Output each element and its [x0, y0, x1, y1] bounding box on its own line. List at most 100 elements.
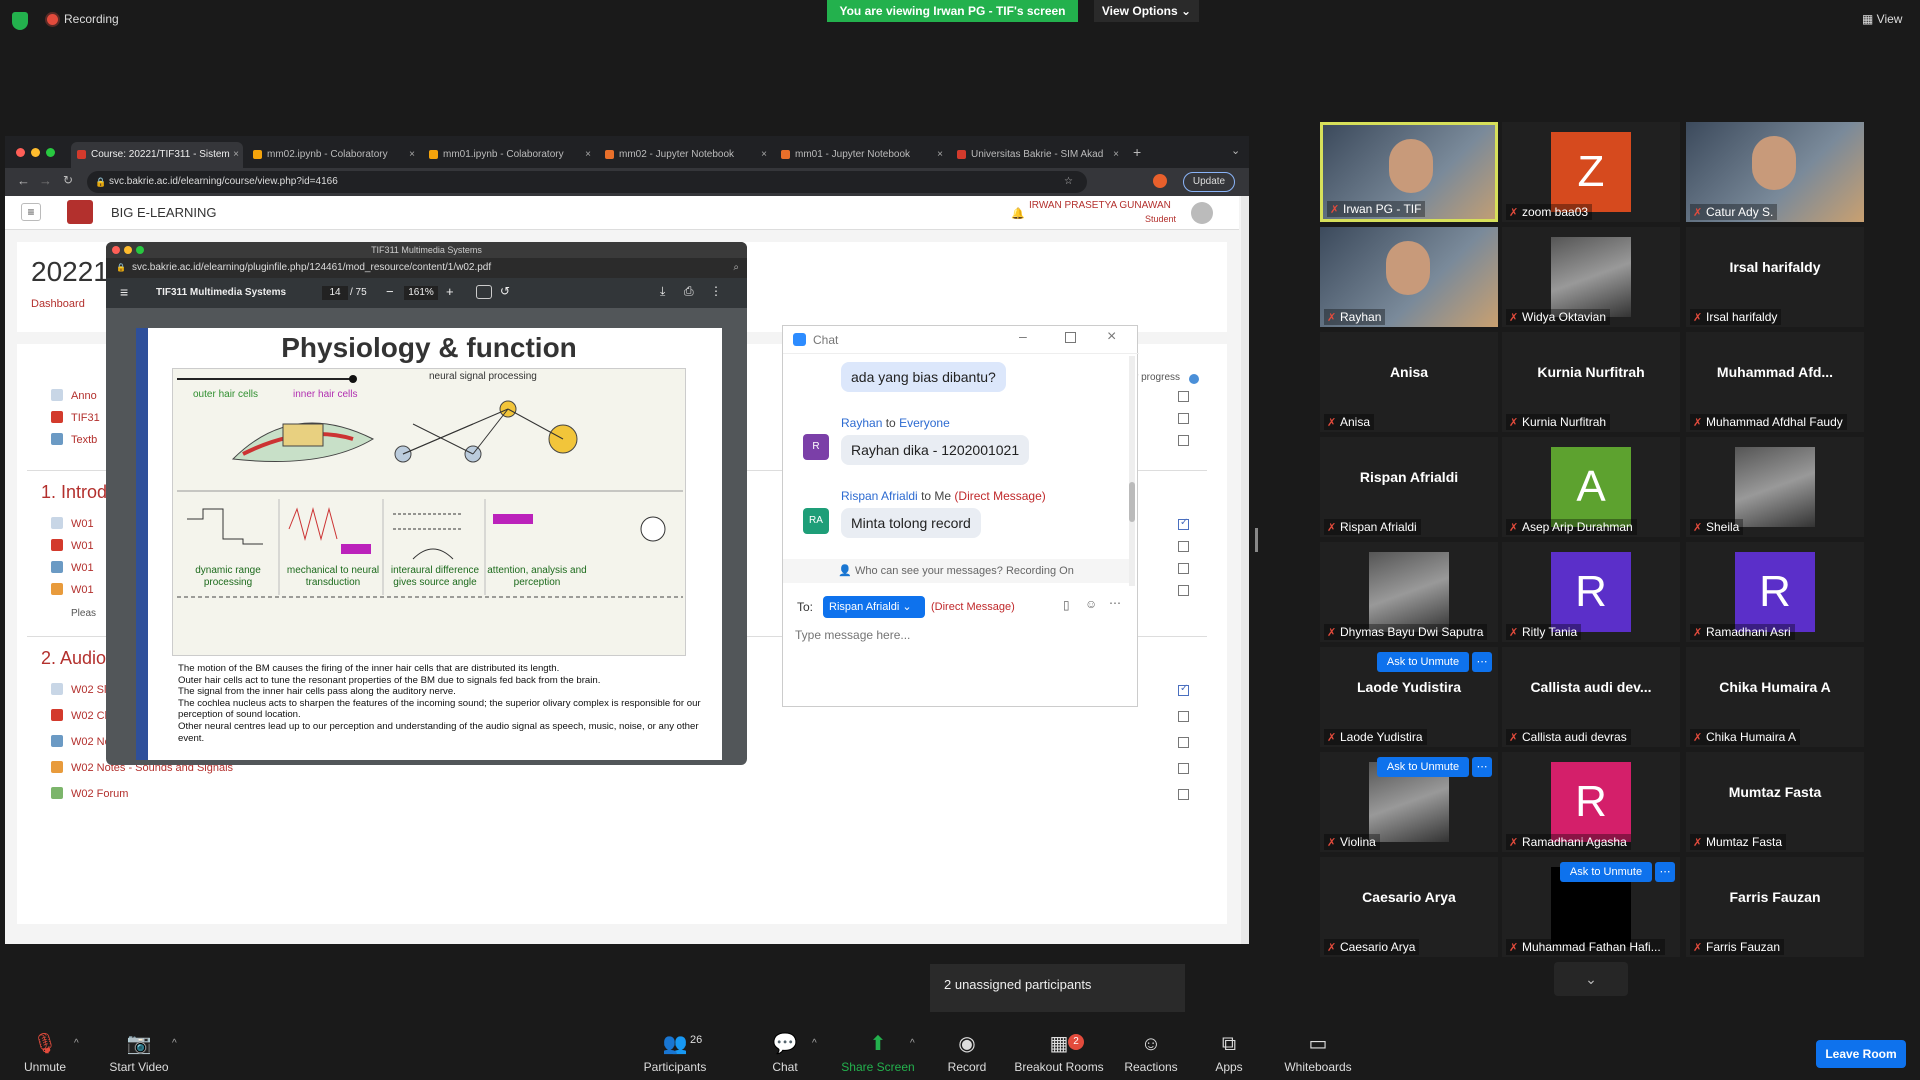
url-field: 🔒 svc.bakrie.ac.id/elearning/course/view… [87, 171, 1087, 193]
share-options-icon[interactable]: ^ [910, 1038, 915, 1049]
video-off-icon: 📷 [126, 1033, 152, 1055]
more-options-button[interactable]: ⋯ [1472, 652, 1492, 672]
mic-muted-icon: ✗ [1693, 942, 1703, 954]
participant-tile[interactable]: Mumtaz Fasta ✗ Mumtaz Fasta [1686, 752, 1864, 852]
unmute-button[interactable]: 🎙 Unmute [14, 1032, 76, 1074]
participant-tile[interactable]: Muhammad Afd... ✗ Muhammad Afdhal Faudy [1686, 332, 1864, 432]
pdf-slide: Physiology & function outer hair cells i… [136, 328, 722, 760]
participant-tile[interactable]: A ✗ Asep Arip Durahman [1502, 437, 1680, 537]
maximize-icon[interactable] [1065, 332, 1076, 343]
pdf-window-title-text: TIF311 Multimedia Systems [371, 245, 482, 255]
bakrie-logo-icon [67, 200, 93, 224]
encryption-shield-icon[interactable] [12, 12, 28, 30]
participant-tile[interactable]: R ✗ Ramadhani Agasha [1502, 752, 1680, 852]
close-icon[interactable]: × [1107, 328, 1116, 346]
mic-muted-icon: ✗ [1327, 627, 1337, 639]
view-options-button[interactable]: View Options ⌄ [1094, 0, 1199, 22]
activity-icon [51, 683, 63, 695]
participant-tile[interactable]: Callista audi dev... ✗ Callista audi devra… [1502, 647, 1680, 747]
section-2-title: 2. Audio [41, 648, 107, 668]
recipient-dropdown[interactable]: Rispan Afrialdi ⌄ [823, 596, 925, 618]
completion-checkbox [1178, 391, 1189, 402]
more-options-button[interactable]: ⋯ [1655, 862, 1675, 882]
chat-scroll-thumb[interactable] [1129, 482, 1135, 522]
ask-to-unmute-button[interactable]: Ask to Unmute [1377, 652, 1469, 672]
tab-favicon-icon [253, 150, 262, 159]
participant-tile[interactable]: Anisa ✗ Anisa [1320, 332, 1498, 432]
completion-checkbox [1178, 789, 1189, 800]
participant-name-label: ✗ Callista audi devras [1506, 729, 1631, 745]
participant-tile[interactable]: ✗ Widya Oktavian [1502, 227, 1680, 327]
breakout-rooms-label: Breakout Rooms [1014, 1060, 1104, 1074]
file-icon[interactable]: ▯ [1063, 598, 1070, 612]
completion-checkbox [1178, 541, 1189, 552]
participant-tile[interactable]: ✗ Dhymas Bayu Dwi Saputra [1320, 542, 1498, 642]
ask-to-unmute-button[interactable]: Ask to Unmute [1560, 862, 1652, 882]
apps-button[interactable]: ⧉ Apps [1204, 1032, 1254, 1074]
participant-tile[interactable]: ✗ Catur Ady S. [1686, 122, 1864, 222]
mic-muted-icon: ✗ [1327, 522, 1337, 534]
participant-tile[interactable]: R ✗ Ritly Tania [1502, 542, 1680, 642]
start-video-label: Start Video [109, 1060, 169, 1074]
participant-tile[interactable]: Caesario Arya ✗ Caesario Arya [1320, 857, 1498, 957]
participant-tile[interactable]: Chika Humaira A ✗ Chika Humaira A [1686, 647, 1864, 747]
sender-name: Rispan Afrialdi [841, 489, 918, 503]
slide-bullet: Outer hair cells act to tune the resonan… [178, 674, 601, 686]
start-video-button[interactable]: 📷 Start Video [106, 1032, 172, 1074]
record-button[interactable]: ◉ Record [940, 1032, 994, 1074]
breakout-rooms-button[interactable]: ▦ Breakout Rooms [1012, 1032, 1106, 1074]
gallery-next-page-icon[interactable]: ⌄ [1554, 962, 1628, 996]
participant-tile[interactable]: ✗ Rayhan [1320, 227, 1498, 327]
chat-privacy-notice[interactable]: 👤 Who can see your messages? Recording O… [783, 559, 1129, 583]
chat-notice-text: Who can see your messages? Recording On [854, 565, 1074, 577]
profile-photo [1369, 552, 1449, 632]
participant-name: Farris Fauzan [1706, 940, 1781, 954]
activity-link: TIF31 [51, 410, 100, 426]
participant-tile[interactable]: ✗ Sheila [1686, 437, 1864, 537]
chat-scrollbar[interactable] [1129, 356, 1135, 586]
lock-icon: 🔒 [116, 263, 126, 272]
participant-tile[interactable]: Irsal harifaldy ✗ Irsal harifaldy [1686, 227, 1864, 327]
audio-options-icon[interactable]: ^ [74, 1038, 79, 1049]
chat-options-icon[interactable]: ^ [812, 1038, 817, 1049]
user-role: Student [1145, 214, 1177, 224]
ask-to-unmute-button[interactable]: Ask to Unmute [1377, 757, 1469, 777]
whiteboards-button[interactable]: ▭ Whiteboards [1280, 1032, 1356, 1074]
chat-button[interactable]: 💬 Chat [760, 1032, 810, 1074]
person-face [1389, 139, 1433, 193]
activity-icon [51, 433, 63, 445]
unassigned-participants-tooltip[interactable]: 2 unassigned participants [930, 964, 1185, 1012]
share-screen-button[interactable]: ⬆ Share Screen [838, 1032, 918, 1074]
leave-room-button[interactable]: Leave Room [1816, 1040, 1906, 1068]
chat-message-input[interactable] [795, 624, 1125, 646]
participant-name: Widya Oktavian [1522, 310, 1607, 324]
participant-name-label: ✗ Sheila [1690, 519, 1744, 535]
video-options-icon[interactable]: ^ [172, 1038, 177, 1049]
participant-tile[interactable]: R ✗ Ramadhani Asri [1686, 542, 1864, 642]
please-text: Pleas [71, 608, 97, 619]
participant-tile[interactable]: Kurnia Nurfitrah ✗ Kurnia Nurfitrah [1502, 332, 1680, 432]
participant-name-label: ✗ Violina [1324, 834, 1380, 850]
browser-tab: mm01.ipynb - Colaboratory × [423, 142, 595, 168]
activity-label: W01 [71, 584, 94, 596]
participant-tile[interactable]: Rispan Afrialdi ✗ Rispan Afrialdi [1320, 437, 1498, 537]
participant-tile[interactable]: Z ✗ zoom baa03 [1502, 122, 1680, 222]
recording-label[interactable]: Recording [64, 12, 119, 26]
whiteboards-label: Whiteboards [1284, 1060, 1352, 1074]
splitter-handle[interactable] [1255, 528, 1258, 552]
emoji-icon[interactable]: ☺ [1085, 597, 1097, 611]
view-button[interactable]: ▦ View [1862, 12, 1902, 26]
activity-link: W01 [51, 560, 94, 576]
minimize-icon[interactable]: – [1019, 328, 1027, 344]
reactions-button[interactable]: ☺ Reactions [1120, 1032, 1182, 1074]
more-icon[interactable]: ⋯ [1109, 596, 1121, 610]
participant-tile[interactable]: Farris Fauzan ✗ Farris Fauzan [1686, 857, 1864, 957]
tab-label: Course: 20221/TIF311 - Sistem [91, 149, 230, 160]
help-icon [1189, 374, 1199, 384]
participant-name: Laode Yudistira [1340, 730, 1423, 744]
more-options-button[interactable]: ⋯ [1472, 757, 1492, 777]
participant-name: Rayhan [1340, 310, 1382, 324]
course-title: 20221 [31, 256, 109, 287]
completion-checkbox [1178, 435, 1189, 446]
participant-tile[interactable]: ✗ Irwan PG - TIF [1320, 122, 1498, 222]
